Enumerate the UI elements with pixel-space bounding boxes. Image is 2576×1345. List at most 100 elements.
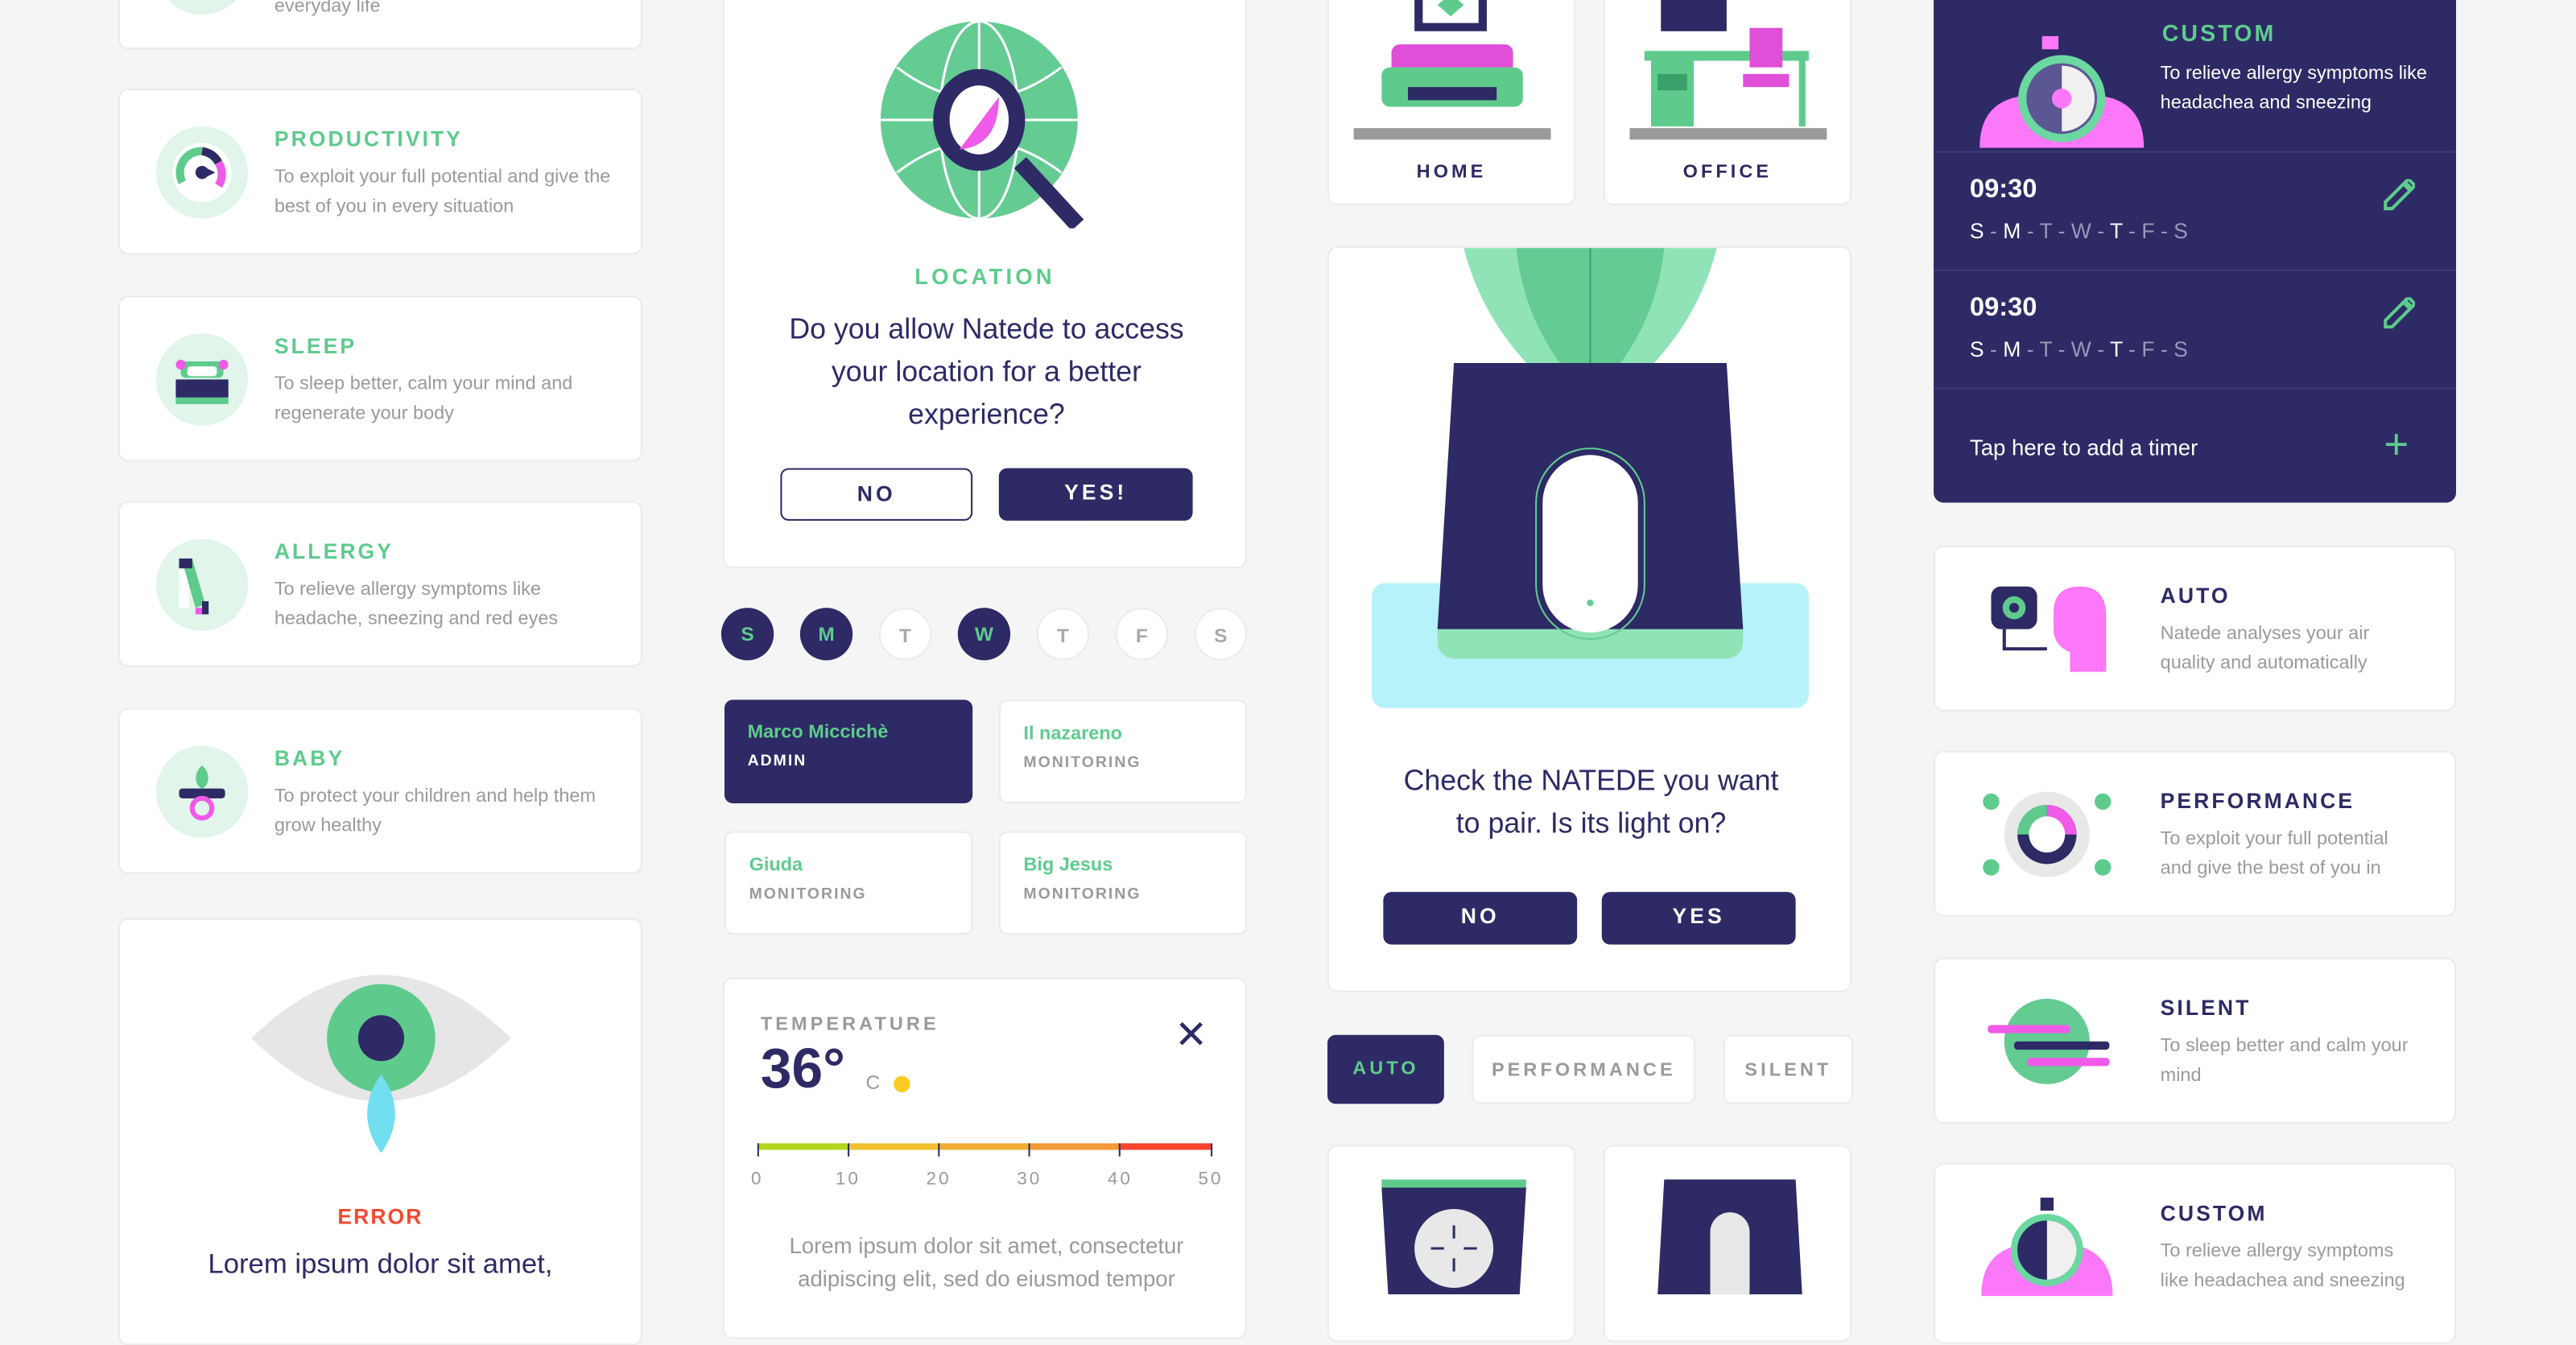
custom-desc: To relieve allergy symptoms like headach… [2160,64,2427,113]
mode-desc: To exploit your full potential and give … [2160,829,2388,879]
feature-title: ALLERGY [274,538,394,563]
room-home[interactable]: HOME [1327,0,1576,206]
timer-day: F [2141,218,2155,244]
tab-auto[interactable]: AUTO [1327,1034,1444,1104]
temperature-value: 36° [760,1038,845,1101]
temperature-card: TEMPERATURE 36° C ✕ 0 10 20 30 40 50 Lorem ip… [722,977,1247,1339]
mode-desc: To sleep better and calm your mind [2160,1036,2409,1086]
mode-desc: To relieve allergy symptoms like headach… [2160,1241,2405,1292]
mode-card-silent[interactable]: SILENT To sleep better and calm your mind [1934,957,2456,1124]
feature-card-top[interactable]: everyday life [118,0,642,50]
mode-card-auto[interactable]: AUTO Natede analyses your air quality and… [1934,545,2456,712]
feature-card-baby[interactable]: BABY To protect your children and help t… [118,708,642,874]
scale-tick [1028,1143,1030,1157]
day-toggle[interactable]: W [957,608,1011,661]
user-card[interactable]: Il nazareno MONITORING [998,699,1247,803]
day-toggle[interactable]: T [1036,608,1090,661]
temperature-label: TEMPERATURE [760,1015,939,1035]
scale-tick [938,1143,940,1157]
mode-illustration-icon [1981,580,2112,687]
user-role: MONITORING [749,885,867,904]
feature-title: SLEEP [274,333,357,358]
edit-pencil-icon[interactable] [2382,297,2415,330]
room-label: OFFICE [1682,163,1773,183]
timer-time: 09:30 [1969,294,2037,322]
day-toggle[interactable]: M [799,608,853,661]
day-toggle[interactable]: S [1194,608,1247,661]
scale-segment [1029,1143,1121,1150]
pair-card: Check the NATEDE you want to pair. Is it… [1327,246,1852,992]
stopwatch-head-icon [1979,35,2145,148]
location-label: LOCATION [914,264,1055,290]
error-label: ERROR [337,1203,423,1229]
day-toggle[interactable]: F [1115,608,1169,661]
mode-title: CUSTOM [2160,1200,2268,1226]
user-card[interactable]: Marco Miccichè ADMIN [724,699,973,803]
temperature-scale: 0 10 20 30 40 50 [751,1143,1221,1209]
edit-pencil-icon[interactable] [2382,179,2415,212]
close-icon[interactable]: ✕ [1174,1012,1208,1059]
custom-timer-card: CUSTOM To relieve allergy symptoms like … [1934,0,2456,503]
feature-desc: To protect your children and help them g… [274,786,597,836]
location-no-button[interactable]: NO [780,468,973,521]
room-office[interactable]: OFFICE [1603,0,1852,206]
scale-segment [939,1143,1030,1150]
timer-day: M [2003,336,2021,361]
scale-tick-label: 0 [751,1170,764,1190]
timer-row[interactable]: 09:30 S - M - T - W - T - F - S [1934,269,2456,388]
mode-desc: Natede analyses your air quality and aut… [2160,624,2370,674]
eye-tear-icon [251,975,511,1153]
timer-day: F [2141,336,2155,361]
feature-card-productivity[interactable]: PRODUCTIVITY To exploit your full potent… [118,89,642,255]
feature-card-allergy[interactable]: ALLERGY To relieve allergy symptoms like… [118,501,642,667]
temperature-text: Lorem ipsum dolor sit amet, consectetur … [789,1233,1184,1292]
mode-card-custom[interactable]: CUSTOM To relieve allergy symptoms like h… [1934,1162,2456,1344]
pair-no-button[interactable]: NO [1383,892,1578,945]
timer-row[interactable]: 09:30 S - M - T - W - T - F - S [1934,151,2456,270]
pacifier-icon [155,745,249,838]
timer-day: T [2039,336,2053,361]
location-question: Do you allow Natede to access your locat… [789,311,1184,431]
add-timer-row[interactable]: Tap here to add a timer + [1934,387,2456,503]
mode-title: SILENT [2160,995,2252,1021]
mode-card-performance[interactable]: PERFORMANCE To exploit your full potentia… [1934,750,2456,917]
error-text: Lorem ipsum dolor sit amet, [208,1248,553,1280]
user-name: Marco Miccichè [747,722,889,743]
pair-question: Check the NATEDE you want to pair. Is it… [1403,763,1779,840]
desk-icon [1629,0,1827,140]
plus-icon[interactable]: + [2384,419,2409,469]
timer-day: S [1969,336,1984,361]
scale-tick-label: 10 [835,1170,861,1190]
day-toggle[interactable]: T [878,608,932,661]
mode-title: AUTO [2160,583,2231,609]
feature-desc: To exploit your full potential and give … [274,167,611,217]
user-name: Giuda [749,856,803,876]
sofa-icon [1353,0,1551,140]
scale-tick [1210,1143,1212,1157]
scale-tick-label: 40 [1107,1170,1133,1190]
day-toggle[interactable]: S [720,608,774,661]
device-card-1[interactable] [1327,1145,1576,1343]
tab-silent[interactable]: SILENT [1723,1034,1854,1104]
location-card: LOCATION Do you allow Natede to access y… [722,0,1247,569]
device-card-2[interactable] [1603,1145,1852,1343]
scale-tick [847,1143,849,1157]
pair-yes-button[interactable]: YES [1601,892,1796,945]
user-card[interactable]: Giuda MONITORING [724,831,973,935]
purifier-fan-icon [1381,1179,1526,1295]
scale-tick-label: 50 [1198,1170,1224,1190]
timer-day: W [2070,218,2091,244]
feature-card-sleep[interactable]: SLEEP To sleep better, calm your mind an… [118,295,642,462]
custom-title: CUSTOM [2161,19,2277,47]
globe-search-icon [880,19,1084,229]
temperature-unit: C [865,1071,881,1095]
user-card[interactable]: Big Jesus MONITORING [998,831,1247,935]
timer-day: S [2174,336,2188,361]
user-role: MONITORING [1023,753,1141,773]
mode-illustration-icon [1981,786,2112,893]
gauge-icon [155,126,249,219]
timer-day: M [2003,218,2021,244]
location-yes-button[interactable]: YES! [998,468,1193,521]
tab-performance[interactable]: PERFORMANCE [1472,1034,1696,1104]
user-role: ADMIN [747,752,807,771]
